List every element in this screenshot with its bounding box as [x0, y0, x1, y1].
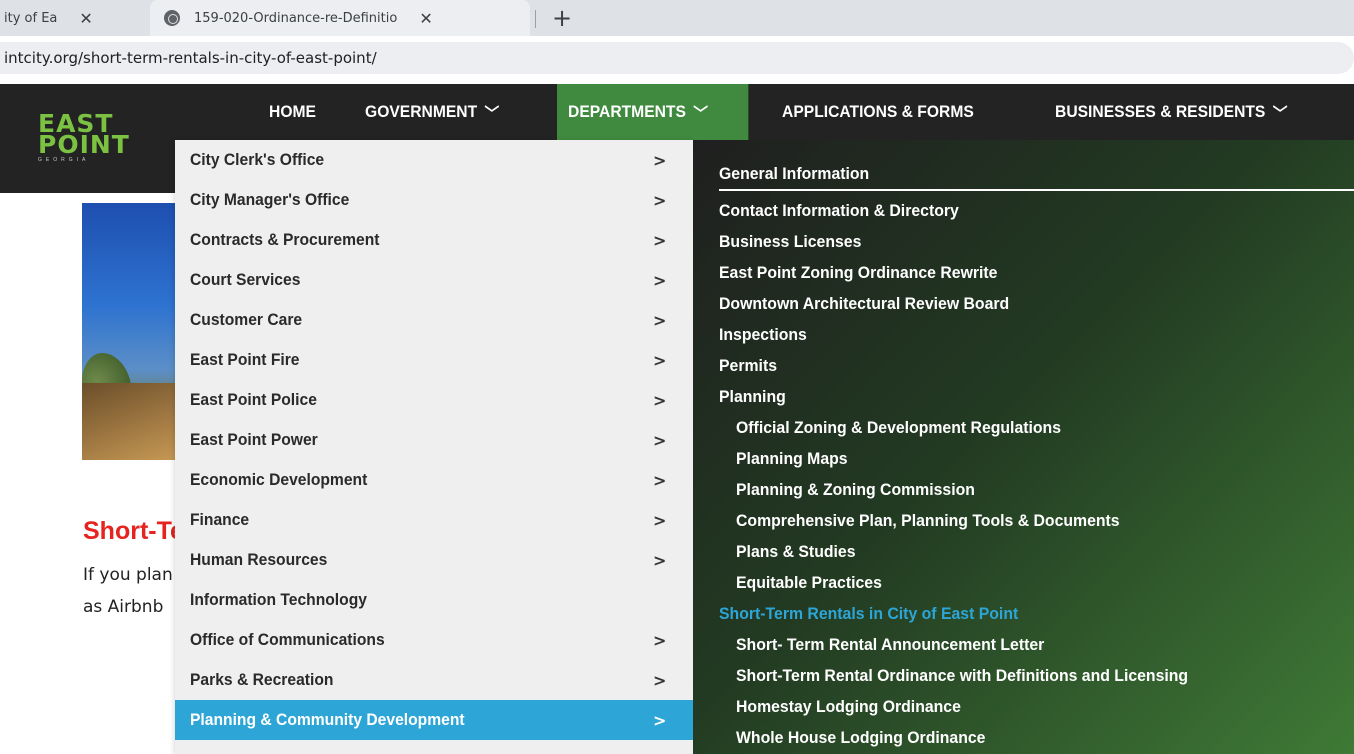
- submenu-item-planning[interactable]: Planning: [719, 387, 786, 407]
- submenu-item-equitable-practices[interactable]: Equitable Practices: [736, 573, 882, 593]
- menu-item-east-point-police[interactable]: East Point Police >: [175, 380, 693, 420]
- submenu-item-whole-house-lodging-ordinance[interactable]: Whole House Lodging Ordinance: [736, 728, 985, 748]
- menu-item-label: Economic Development: [190, 470, 368, 489]
- body-text-line: as Airbnb: [83, 597, 164, 617]
- submenu-item-inspections[interactable]: Inspections: [719, 325, 807, 345]
- submenu-divider: [719, 189, 1354, 191]
- submenu-item-rental-ordinance[interactable]: Short-Term Rental Ordinance with Definit…: [736, 666, 1188, 686]
- chevron-right-icon: >: [653, 550, 667, 570]
- url-field[interactable]: intcity.org/short-term-rentals-in-city-o…: [0, 42, 1354, 74]
- menu-item-label: Finance: [190, 510, 250, 529]
- nav-label: APPLICATIONS & FORMS: [782, 102, 974, 121]
- logo-line-point: POINT: [38, 130, 130, 159]
- menu-item-contracts-procurement[interactable]: Contracts & Procurement >: [175, 220, 693, 260]
- departments-dropdown: City Clerk's Office > City Manager's Off…: [175, 140, 693, 754]
- menu-item-information-technology[interactable]: Information Technology: [175, 580, 693, 620]
- menu-item-label: Information Technology: [190, 590, 367, 609]
- menu-item-label: Human Resources: [190, 550, 328, 569]
- chevron-right-icon: >: [653, 390, 667, 410]
- menu-item-label: East Point Power: [190, 430, 318, 449]
- globe-icon: [164, 10, 180, 26]
- submenu-item-permits[interactable]: Permits: [719, 356, 777, 376]
- submenu-item-planning-maps[interactable]: Planning Maps: [736, 449, 848, 469]
- menu-item-east-point-power[interactable]: East Point Power >: [175, 420, 693, 460]
- menu-item-city-managers-office[interactable]: City Manager's Office >: [175, 180, 693, 220]
- chevron-right-icon: >: [653, 670, 667, 690]
- chevron-down-icon: ﹀: [484, 106, 500, 123]
- menu-item-label: Contracts & Procurement: [190, 230, 380, 249]
- nav-government[interactable]: GOVERNMENT ﹀: [354, 84, 510, 140]
- menu-item-label: Customer Care: [190, 310, 303, 329]
- submenu-item-homestay-lodging-ordinance[interactable]: Homestay Lodging Ordinance: [736, 697, 961, 717]
- menu-item-economic-development[interactable]: Economic Development >: [175, 460, 693, 500]
- submenu-item-business-licenses[interactable]: Business Licenses: [719, 232, 861, 252]
- chevron-right-icon: >: [653, 470, 667, 490]
- tab-separator: [535, 10, 536, 28]
- menu-item-label: City Clerk's Office: [190, 150, 325, 169]
- tab-title: 159-020-Ordinance-re-Definitio: [194, 10, 398, 26]
- chevron-right-icon: >: [653, 230, 667, 250]
- submenu-item-contact-directory[interactable]: Contact Information & Directory: [719, 201, 959, 221]
- submenu-item-comprehensive-plan[interactable]: Comprehensive Plan, Planning Tools & Doc…: [736, 511, 1120, 531]
- hero-image: [82, 203, 177, 460]
- submenu-item-zoning-rewrite[interactable]: East Point Zoning Ordinance Rewrite: [719, 263, 997, 283]
- menu-item-human-resources[interactable]: Human Resources >: [175, 540, 693, 580]
- menu-item-city-clerks-office[interactable]: City Clerk's Office >: [175, 140, 693, 180]
- chevron-down-icon: ﹀: [1272, 106, 1288, 123]
- address-bar: intcity.org/short-term-rentals-in-city-o…: [0, 36, 1354, 80]
- menu-item-court-services[interactable]: Court Services >: [175, 260, 693, 300]
- house-roof-shape: [82, 383, 177, 460]
- chevron-down-icon: ﹀: [693, 106, 709, 123]
- page-title: Short-Term Rentals: [83, 517, 175, 545]
- menu-item-label: East Point Fire: [190, 350, 300, 369]
- browser-tab-city-of-east-point[interactable]: ity of Ea ✕: [0, 0, 140, 36]
- menu-item-label: City Manager's Office: [190, 190, 350, 209]
- nav-home[interactable]: HOME: [258, 84, 327, 140]
- planning-submenu: General Information Contact Information …: [693, 140, 1354, 754]
- submenu-item-general-information[interactable]: General Information: [719, 164, 869, 184]
- browser-tab-strip: ity of Ea ✕ 159-020-Ordinance-re-Definit…: [0, 0, 1354, 36]
- menu-item-customer-care[interactable]: Customer Care >: [175, 300, 693, 340]
- chevron-right-icon: >: [653, 350, 667, 370]
- menu-item-label: East Point Police: [190, 390, 317, 409]
- chevron-right-icon: >: [653, 710, 667, 730]
- submenu-item-planning-zoning-commission[interactable]: Planning & Zoning Commission: [736, 480, 975, 500]
- new-tab-button[interactable]: +: [552, 4, 572, 32]
- browser-tab-ordinance-pdf[interactable]: 159-020-Ordinance-re-Definitio ✕: [150, 0, 530, 36]
- menu-item-planning-community-development[interactable]: Planning & Community Development >: [175, 700, 693, 740]
- nav-label: HOME: [269, 102, 316, 121]
- menu-item-label: Planning & Community Development: [190, 710, 465, 729]
- chevron-right-icon: >: [653, 430, 667, 450]
- menu-item-finance[interactable]: Finance >: [175, 500, 693, 540]
- tab-close-icon[interactable]: ✕: [79, 9, 92, 28]
- chevron-right-icon: >: [653, 630, 667, 650]
- nav-businesses-residents[interactable]: BUSINESSES & RESIDENTS ﹀: [1044, 84, 1298, 140]
- chevron-right-icon: >: [653, 310, 667, 330]
- submenu-item-rental-announcement-letter[interactable]: Short- Term Rental Announcement Letter: [736, 635, 1044, 655]
- submenu-item-plans-studies[interactable]: Plans & Studies: [736, 542, 855, 562]
- submenu-item-short-term-rentals[interactable]: Short-Term Rentals in City of East Point: [719, 604, 1018, 624]
- chevron-right-icon: >: [653, 510, 667, 530]
- menu-item-east-point-fire[interactable]: East Point Fire >: [175, 340, 693, 380]
- tab-title: ity of Ea: [4, 10, 58, 26]
- nav-applications-forms[interactable]: APPLICATIONS & FORMS: [771, 84, 985, 140]
- menu-item-parks-recreation[interactable]: Parks & Recreation >: [175, 660, 693, 700]
- menu-item-office-of-communications[interactable]: Office of Communications >: [175, 620, 693, 660]
- nav-label: GOVERNMENT: [365, 102, 478, 121]
- submenu-item-zoning-regulations[interactable]: Official Zoning & Development Regulation…: [736, 418, 1061, 438]
- nav-label: DEPARTMENTS: [568, 102, 686, 121]
- chevron-right-icon: >: [653, 270, 667, 290]
- east-point-logo[interactable]: EAST POINT GEORGIA: [38, 111, 148, 174]
- url-text: intcity.org/short-term-rentals-in-city-o…: [4, 49, 377, 67]
- submenu-item-architectural-review-board[interactable]: Downtown Architectural Review Board: [719, 294, 1009, 314]
- menu-item-label: Office of Communications: [190, 630, 385, 649]
- chevron-right-icon: >: [653, 150, 667, 170]
- chevron-right-icon: >: [653, 190, 667, 210]
- nav-departments[interactable]: DEPARTMENTS ﹀: [557, 84, 749, 140]
- nav-label: BUSINESSES & RESIDENTS: [1055, 102, 1266, 121]
- body-text-line: If you plan: [83, 565, 173, 585]
- menu-item-label: Court Services: [190, 270, 301, 289]
- tab-close-icon[interactable]: ✕: [419, 9, 432, 28]
- menu-item-label: Parks & Recreation: [190, 670, 334, 689]
